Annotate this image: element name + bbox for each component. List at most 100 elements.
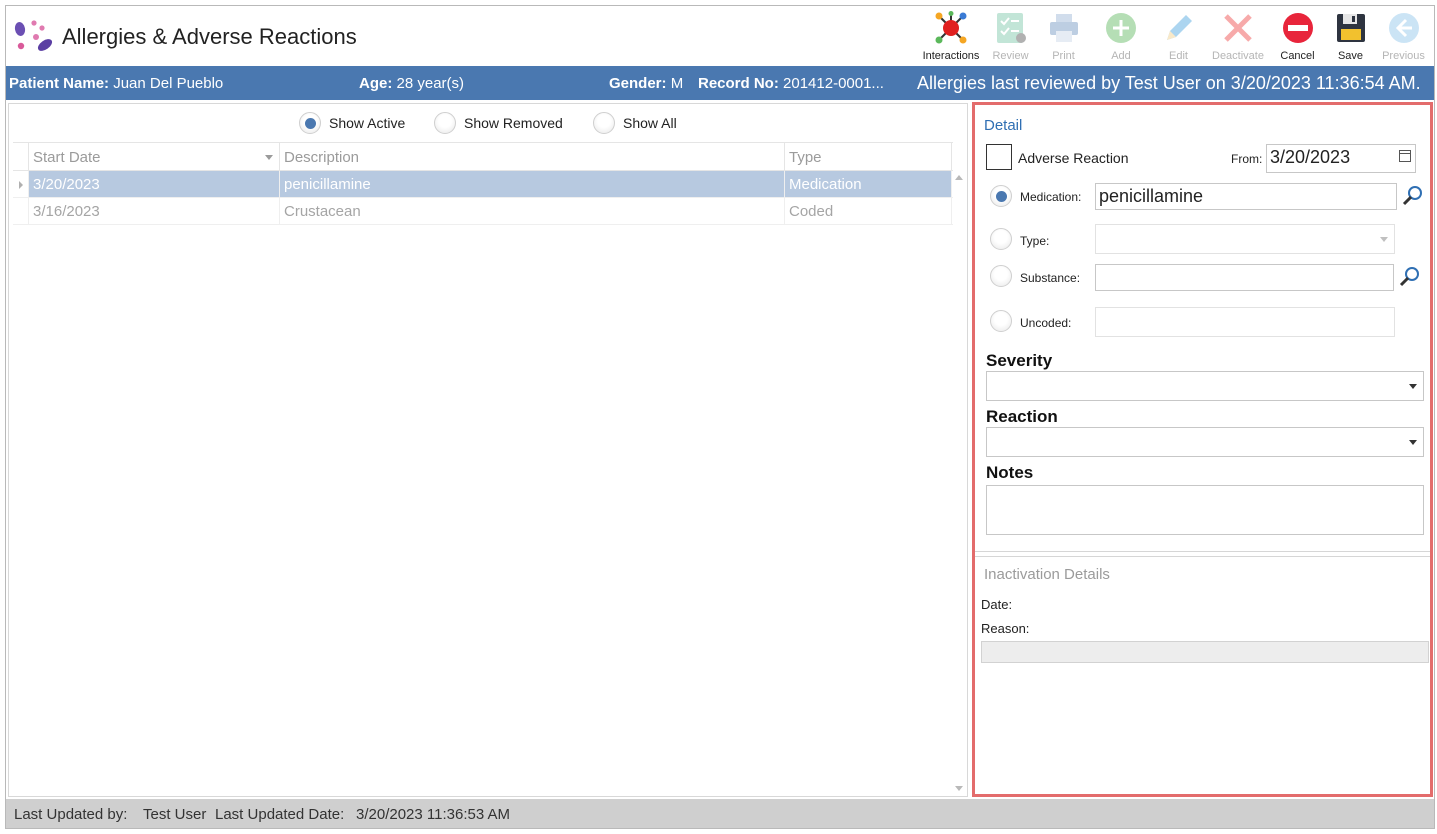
chevron-down-icon <box>1380 237 1388 242</box>
substance-input[interactable] <box>1095 264 1394 291</box>
type-label: Type: <box>1020 234 1050 248</box>
row-indicator-header <box>13 143 29 170</box>
adverse-reaction-checkbox[interactable] <box>986 144 1012 170</box>
title-bar: Allergies & Adverse Reactions Interactio… <box>6 6 1434 66</box>
status-bar: Last Updated by: Test User Last Updated … <box>6 799 1434 828</box>
column-header-description[interactable]: Description <box>280 143 785 170</box>
save-button[interactable]: Save <box>1324 8 1377 66</box>
substance-radio[interactable] <box>990 265 1012 287</box>
x-mark-icon <box>1220 10 1256 46</box>
type-select[interactable] <box>1095 224 1395 254</box>
filter-show-active-radio[interactable] <box>299 112 321 134</box>
add-button[interactable]: Add <box>1090 8 1152 66</box>
inactivation-reason-field <box>981 641 1429 663</box>
allergy-list-panel: Show Active Show Removed Show All Start … <box>8 103 968 797</box>
filter-show-all-radio[interactable] <box>593 112 615 134</box>
uncoded-input[interactable] <box>1095 307 1395 337</box>
toolbar: Interactions Review Print Add Edit Deact… <box>918 8 1430 66</box>
column-header-start-date-label: Start Date <box>33 149 101 166</box>
filter-show-all[interactable]: Show All <box>593 112 677 134</box>
notes-textarea[interactable] <box>986 485 1424 535</box>
cancel-button[interactable]: Cancel <box>1271 8 1324 66</box>
patient-age-value: 28 year(s) <box>396 75 465 92</box>
print-button[interactable]: Print <box>1037 8 1090 66</box>
uncoded-radio[interactable] <box>990 310 1012 332</box>
pencil-icon <box>1161 10 1197 46</box>
filter-show-removed[interactable]: Show Removed <box>434 112 563 134</box>
cell-type: Coded <box>785 198 952 224</box>
scroll-down-icon[interactable] <box>955 786 963 791</box>
printer-icon <box>1046 10 1082 46</box>
inactivation-date-label: Date: <box>981 597 1013 612</box>
calendar-icon[interactable] <box>1399 150 1411 162</box>
last-updated-by-value: Test User <box>143 806 207 823</box>
filter-show-removed-radio[interactable] <box>434 112 456 134</box>
column-header-type[interactable]: Type <box>785 143 952 170</box>
notes-heading: Notes <box>986 463 1034 482</box>
adverse-reaction-label: Adverse Reaction <box>1018 150 1129 166</box>
print-label: Print <box>1052 50 1075 62</box>
patient-gender-field: Gender: M <box>609 75 683 92</box>
medication-radio[interactable] <box>990 185 1012 207</box>
deactivate-label: Deactivate <box>1212 50 1264 62</box>
interactions-button[interactable]: Interactions <box>918 8 984 66</box>
patient-record-value: 201412-0001... <box>783 75 884 92</box>
inactivation-details-title: Inactivation Details <box>984 566 1110 583</box>
last-updated-by-label: Last Updated by: <box>14 806 128 823</box>
filter-show-active-label: Show Active <box>329 115 406 131</box>
chevron-down-icon <box>1409 440 1417 445</box>
previous-button[interactable]: Previous <box>1377 8 1430 66</box>
section-divider <box>975 551 1430 552</box>
filter-show-removed-label: Show Removed <box>464 115 563 131</box>
save-label: Save <box>1337 50 1364 62</box>
patient-name-label: Patient Name: <box>9 75 110 92</box>
previous-label: Previous <box>1382 50 1425 62</box>
allergy-grid: Start Date Description Type 3/20/2023 pe… <box>13 142 953 225</box>
page-title: Allergies & Adverse Reactions <box>62 24 357 49</box>
app-logo-icon <box>12 15 54 57</box>
grid-header: Start Date Description Type <box>13 142 953 171</box>
patient-gender-value: M <box>670 75 684 92</box>
patient-gender-label: Gender: <box>609 75 667 92</box>
type-radio[interactable] <box>990 228 1012 250</box>
cell-start-date: 3/16/2023 <box>29 198 280 224</box>
cell-type: Medication <box>785 171 952 197</box>
last-updated-date-label: Last Updated Date: <box>215 806 345 823</box>
severity-heading: Severity <box>986 351 1053 370</box>
patient-name-value: Juan Del Pueblo <box>113 75 224 92</box>
filter-show-all-label: Show All <box>623 115 677 131</box>
grid-vertical-scrollbar[interactable] <box>953 171 965 795</box>
scroll-up-icon[interactable] <box>955 175 963 180</box>
edit-label: Edit <box>1169 50 1188 62</box>
medication-search-icon[interactable] <box>1402 185 1424 212</box>
from-date-picker[interactable]: 3/20/2023 <box>1266 144 1416 173</box>
review-button[interactable]: Review <box>984 8 1037 66</box>
current-row-caret-icon <box>19 181 23 189</box>
detail-panel: Detail Adverse Reaction From: 3/20/2023 … <box>972 102 1433 797</box>
floppy-disk-icon <box>1333 10 1369 46</box>
patient-age-field: Age: 28 year(s) <box>359 75 464 92</box>
patient-name-field: Patient Name: Juan Del Pueblo <box>9 75 223 92</box>
column-header-start-date[interactable]: Start Date <box>29 143 280 170</box>
medication-input[interactable]: penicillamine <box>1095 183 1397 210</box>
severity-select[interactable] <box>986 371 1424 401</box>
row-indicator <box>13 171 29 197</box>
substance-search-icon[interactable] <box>1399 266 1421 293</box>
filter-show-active[interactable]: Show Active <box>299 112 405 134</box>
cancel-circle-icon <box>1280 10 1316 46</box>
inactivation-reason-label: Reason: <box>981 621 1030 636</box>
interactions-label: Interactions <box>922 50 980 62</box>
deactivate-button[interactable]: Deactivate <box>1205 8 1271 66</box>
from-date-value: 3/20/2023 <box>1270 147 1351 167</box>
reaction-heading: Reaction <box>986 407 1058 426</box>
table-row[interactable]: 3/20/2023 penicillamine Medication <box>13 171 953 198</box>
add-label: Add <box>1111 50 1131 62</box>
last-updated-date-value: 3/20/2023 11:36:53 AM <box>356 806 511 823</box>
filter-bar: Show Active Show Removed Show All <box>9 112 967 136</box>
table-row[interactable]: 3/16/2023 Crustacean Coded <box>13 198 953 225</box>
row-indicator <box>13 198 29 224</box>
edit-button[interactable]: Edit <box>1152 8 1205 66</box>
detail-section-title: Detail <box>984 117 1023 134</box>
patient-age-label: Age: <box>359 75 393 92</box>
reaction-select[interactable] <box>986 427 1424 457</box>
